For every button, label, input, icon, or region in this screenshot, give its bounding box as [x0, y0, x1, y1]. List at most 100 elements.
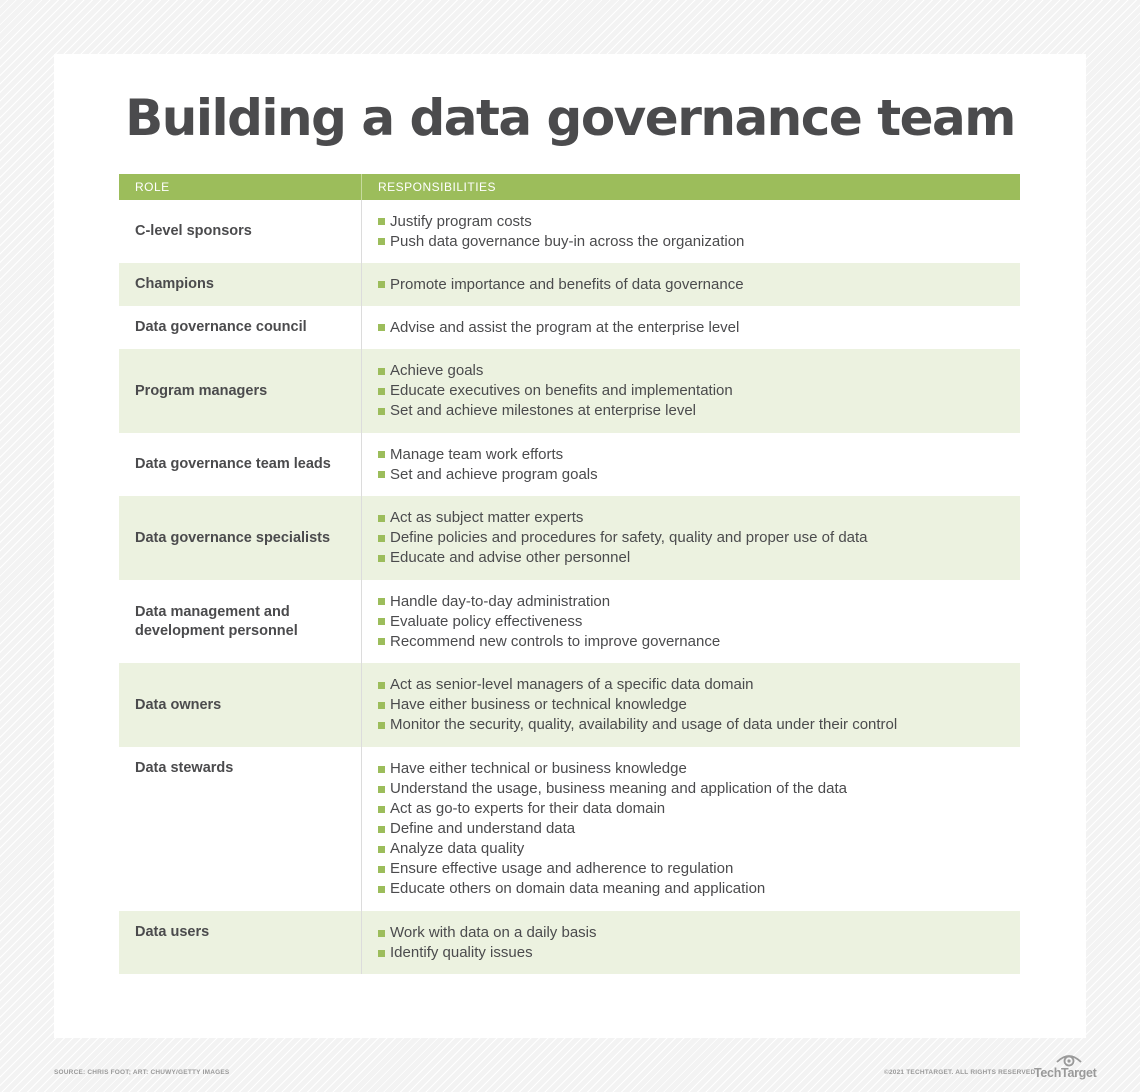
responsibility-item: Evaluate policy effectiveness	[378, 612, 1004, 632]
responsibility-item: Work with data on a daily basis	[378, 923, 1004, 943]
table-row: Data governance council Advise and assist…	[119, 306, 1020, 349]
table-row: Data stewards Have either technical or bu…	[119, 747, 1020, 911]
bullet-square-icon	[378, 701, 385, 709]
role-cell: Data governance team leads	[119, 433, 362, 496]
bullet-square-icon	[378, 324, 385, 331]
bullet-square-icon	[378, 554, 385, 562]
table-row: Champions Promote importance and benefits…	[119, 263, 1020, 306]
responsibility-text: Recommend new controls to improve govern…	[390, 632, 721, 650]
responsibilities-cell: Have either technical or business knowle…	[362, 747, 1020, 911]
copyright: ©2021 TECHTARGET. ALL RIGHTS RESERVED	[884, 1069, 1036, 1076]
responsibilities-cell: Achieve goals Educate executives on benef…	[362, 349, 1020, 433]
bullet-square-icon	[378, 218, 385, 225]
responsibility-item: Act as senior-level managers of a specif…	[378, 675, 1004, 695]
responsibility-item: Identify quality issues	[378, 943, 1004, 963]
role-cell: Data stewards	[119, 747, 362, 911]
table-header: ROLE RESPONSIBILITIES	[119, 174, 1020, 200]
role-cell: Data management and development personne…	[119, 580, 362, 663]
responsibility-item: Have either business or technical knowle…	[378, 695, 1004, 715]
responsibility-text: Act as subject matter experts	[390, 509, 584, 526]
role-cell: C-level sponsors	[119, 200, 362, 263]
responsibility-text: Set and achieve program goals	[390, 465, 598, 483]
responsibility-item: Understand the usage, business meaning a…	[378, 779, 1004, 799]
role-cell: Data owners	[119, 663, 362, 747]
responsibility-item: Set and achieve program goals	[378, 465, 1004, 485]
bullet-square-icon	[378, 929, 385, 937]
table-row: Data governance specialists Act as subjec…	[119, 496, 1020, 580]
responsibility-item: Define and understand data	[378, 819, 1004, 839]
bullet-square-icon	[378, 471, 385, 478]
responsibility-text: Justify program costs	[390, 212, 532, 230]
table-row: Data governance team leads Manage team wo…	[119, 433, 1020, 496]
responsibility-text: Advise and assist the program at the ent…	[390, 318, 740, 336]
responsibilities-cell: Justify program costs Push data governanc…	[362, 200, 1020, 263]
responsibility-item: Educate executives on benefits and imple…	[378, 381, 1004, 401]
roles-table: ROLE RESPONSIBILITIES C-level sponsors Ju…	[119, 174, 1020, 974]
responsibility-text: Educate others on domain data meaning an…	[390, 880, 766, 897]
table-row: Data management and development personne…	[119, 580, 1020, 663]
responsibility-text: Handle day-to-day administration	[390, 592, 611, 610]
responsibility-item: Act as subject matter experts	[378, 508, 1004, 528]
page-title: Building a data governance team	[125, 89, 1016, 147]
responsibility-item: Justify program costs	[378, 212, 1004, 232]
responsibility-text: Push data governance buy-in across the o…	[390, 232, 745, 250]
table-row: Data owners Act as senior-level managers …	[119, 663, 1020, 747]
bullet-square-icon	[378, 805, 385, 813]
bullet-square-icon	[378, 949, 385, 957]
responsibility-item: Analyze data quality	[378, 839, 1004, 859]
responsibility-item: Achieve goals	[378, 361, 1004, 381]
responsibility-text: Act as senior-level managers of a specif…	[390, 676, 754, 693]
responsibility-text: Set and achieve milestones at enterprise…	[390, 402, 697, 419]
responsibility-item: Set and achieve milestones at enterprise…	[378, 401, 1004, 421]
responsibility-item: Manage team work efforts	[378, 445, 1004, 465]
responsibility-item: Promote importance and benefits of data …	[378, 275, 1004, 295]
bullet-square-icon	[378, 885, 385, 893]
role-cell: Champions	[119, 263, 362, 306]
responsibility-text: Have either technical or business knowle…	[390, 760, 687, 777]
responsibility-item: Ensure effective usage and adherence to …	[378, 859, 1004, 879]
responsibility-item: Define policies and procedures for safet…	[378, 528, 1004, 548]
table-row: C-level sponsors Justify program costs Pus…	[119, 200, 1020, 263]
bullet-square-icon	[378, 367, 385, 375]
table-row: Data users Work with data on a daily basi…	[119, 911, 1020, 974]
responsibilities-cell: Act as senior-level managers of a specif…	[362, 663, 1020, 747]
responsibility-text: Promote importance and benefits of data …	[390, 275, 744, 293]
responsibilities-cell: Act as subject matter experts Define poli…	[362, 496, 1020, 580]
responsibility-text: Monitor the security, quality, availabil…	[390, 716, 898, 733]
bullet-square-icon	[378, 618, 385, 625]
bullet-square-icon	[378, 451, 385, 458]
responsibility-text: Manage team work efforts	[390, 445, 564, 463]
bullet-square-icon	[378, 387, 385, 395]
responsibilities-cell: Promote importance and benefits of data …	[362, 263, 1020, 306]
logo-text: TechTarget	[1034, 1066, 1097, 1080]
responsibility-text: Act as go-to experts for their data doma…	[390, 800, 666, 817]
role-cell: Data users	[119, 911, 362, 974]
bullet-square-icon	[378, 638, 385, 645]
responsibility-text: Analyze data quality	[390, 840, 525, 857]
responsibility-text: Educate and advise other personnel	[390, 549, 631, 566]
responsibilities-cell: Advise and assist the program at the ent…	[362, 306, 1020, 349]
role-cell: Data governance specialists	[119, 496, 362, 580]
header-role: ROLE	[119, 174, 362, 200]
source-credit: SOURCE: CHRIS FOOT; ART: CHUWY/GETTY IMA…	[54, 1069, 230, 1076]
responsibilities-cell: Work with data on a daily basis Identify …	[362, 911, 1020, 974]
responsibility-item: Educate and advise other personnel	[378, 548, 1004, 568]
responsibility-item: Advise and assist the program at the ent…	[378, 318, 1004, 338]
bullet-square-icon	[378, 865, 385, 873]
bullet-square-icon	[378, 765, 385, 773]
bullet-square-icon	[378, 785, 385, 793]
bullet-square-icon	[378, 825, 385, 833]
bullet-square-icon	[378, 721, 385, 729]
responsibility-text: Understand the usage, business meaning a…	[390, 780, 847, 797]
table-body: C-level sponsors Justify program costs Pus…	[119, 200, 1020, 974]
bullet-square-icon	[378, 407, 385, 415]
responsibility-text: Work with data on a daily basis	[390, 924, 597, 941]
responsibility-item: Have either technical or business knowle…	[378, 759, 1004, 779]
techtarget-logo: TechTarget	[1034, 1050, 1097, 1080]
header-responsibilities: RESPONSIBILITIES	[378, 180, 497, 194]
responsibility-text: Educate executives on benefits and imple…	[390, 382, 733, 399]
bullet-square-icon	[378, 681, 385, 689]
responsibility-text: Have either business or technical knowle…	[390, 696, 687, 713]
bullet-square-icon	[378, 281, 385, 288]
bullet-square-icon	[378, 534, 385, 542]
